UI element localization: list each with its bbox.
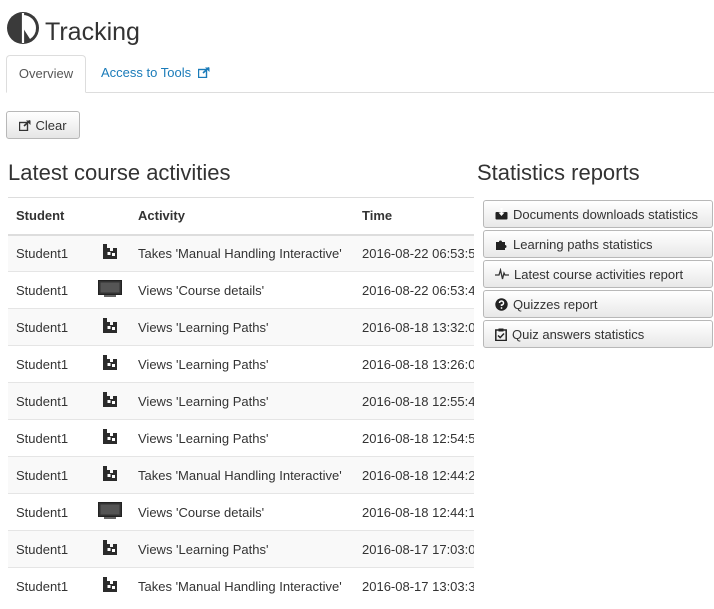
activity-icon-cell (90, 345, 130, 383)
activity-icon-cell (90, 493, 130, 531)
table-row: Student1 Takes 'Manual Handling Interacti… (8, 234, 508, 272)
column-header-icon (90, 197, 130, 236)
activity-cell: Takes 'Manual Handling Interactive' (130, 567, 354, 605)
external-link-icon (197, 66, 210, 79)
tab-access-to-tools[interactable]: Access to Tools (89, 55, 222, 93)
course-screen-icon (98, 502, 122, 522)
table-row: Student1 Views 'Learning Paths' 2016-08-18… (8, 308, 508, 346)
quiz-answers-statistics-button[interactable]: Quiz answers statistics (483, 320, 713, 348)
activity-icon-cell (90, 271, 130, 309)
activity-icon-cell (90, 567, 130, 605)
tab-overview-label: Overview (18, 66, 74, 81)
activity-cell: Views 'Learning Paths' (130, 530, 354, 568)
student-cell: Student1 (8, 234, 90, 272)
activity-icon-cell (90, 308, 130, 346)
table-row: Student1 Takes 'Manual Handling Interacti… (8, 456, 508, 494)
tab-access-to-tools-label: Access to Tools (101, 65, 192, 80)
activity-icon-cell (90, 419, 130, 457)
table-row: Student1 Views 'Course details' 2016-08-22… (8, 271, 508, 309)
page-title: Tracking (45, 17, 140, 46)
course-screen-icon (98, 280, 122, 300)
report-label: Quiz answers statistics (512, 326, 645, 342)
student-cell: Student1 (8, 530, 90, 568)
learning-path-icon (101, 466, 119, 485)
learning-paths-statistics-button[interactable]: Learning paths statistics (483, 230, 713, 258)
activity-cell: Views 'Learning Paths' (130, 419, 354, 457)
latest-course-activities-report-button[interactable]: Latest course activities report (483, 260, 713, 288)
report-label: Latest course activities report (514, 266, 684, 282)
table-row: Student1 Views 'Learning Paths' 2016-08-18… (8, 345, 508, 383)
learning-path-icon (101, 429, 119, 448)
activity-icon-cell (90, 530, 130, 568)
learning-path-icon (101, 577, 119, 596)
student-cell: Student1 (8, 456, 90, 494)
student-cell: Student1 (8, 419, 90, 457)
activities-heading: Latest course activities (8, 160, 231, 185)
clipboard-check-icon (495, 328, 507, 341)
table-row: Student1 Views 'Learning Paths' 2016-08-17… (8, 530, 508, 568)
page-header: Tracking (6, 8, 140, 48)
activity-cell: Views 'Course details' (130, 493, 354, 531)
table-row: Student1 Takes 'Manual Handling Interacti… (8, 567, 508, 605)
clear-button-label: Clear (35, 117, 67, 133)
pie-chart-icon (7, 12, 39, 44)
activity-cell: Views 'Course details' (130, 271, 354, 309)
student-cell: Student1 (8, 345, 90, 383)
student-cell: Student1 (8, 567, 90, 605)
learning-path-icon (101, 318, 119, 337)
learning-path-icon (101, 540, 119, 559)
reports-heading: Statistics reports (477, 160, 640, 185)
activity-cell: Views 'Learning Paths' (130, 345, 354, 383)
export-icon (19, 119, 31, 131)
activity-icon-cell (90, 234, 130, 272)
table-row: Student1 Views 'Learning Paths' 2016-08-18… (8, 419, 508, 457)
student-cell: Student1 (8, 271, 90, 309)
quizzes-report-button[interactable]: Quizzes report (483, 290, 713, 318)
activity-icon-cell (90, 456, 130, 494)
learning-path-icon (101, 244, 119, 263)
learning-path-icon (101, 392, 119, 411)
clear-button[interactable]: Clear (6, 111, 80, 139)
activity-icon-cell (90, 382, 130, 420)
reports-list: Documents downloads statistics Learning … (483, 200, 713, 350)
student-cell: Student1 (8, 308, 90, 346)
download-box-icon (495, 208, 508, 220)
activities-table: Student Activity Time Student1 Takes 'Man… (8, 197, 508, 605)
question-circle-icon (495, 297, 508, 311)
column-header-activity: Activity (130, 197, 354, 236)
report-label: Quizzes report (513, 296, 598, 312)
activity-cell: Takes 'Manual Handling Interactive' (130, 456, 354, 494)
activity-cell: Takes 'Manual Handling Interactive' (130, 234, 354, 272)
tab-overview[interactable]: Overview (6, 55, 86, 93)
heartbeat-icon (495, 268, 509, 280)
learning-path-icon (101, 355, 119, 374)
documents-downloads-statistics-button[interactable]: Documents downloads statistics (483, 200, 713, 228)
puzzle-icon (496, 240, 507, 250)
student-cell: Student1 (8, 382, 90, 420)
tab-bar: Overview Access to Tools (6, 55, 714, 93)
report-label: Learning paths statistics (513, 236, 653, 252)
table-row: Student1 Views 'Course details' 2016-08-18… (8, 493, 508, 531)
table-row: Student1 Views 'Learning Paths' 2016-08-18… (8, 382, 508, 420)
report-label: Documents downloads statistics (513, 206, 698, 222)
table-header-row: Student Activity Time (8, 197, 508, 236)
column-header-student: Student (8, 197, 90, 236)
activity-cell: Views 'Learning Paths' (130, 382, 354, 420)
student-cell: Student1 (8, 493, 90, 531)
activity-cell: Views 'Learning Paths' (130, 308, 354, 346)
